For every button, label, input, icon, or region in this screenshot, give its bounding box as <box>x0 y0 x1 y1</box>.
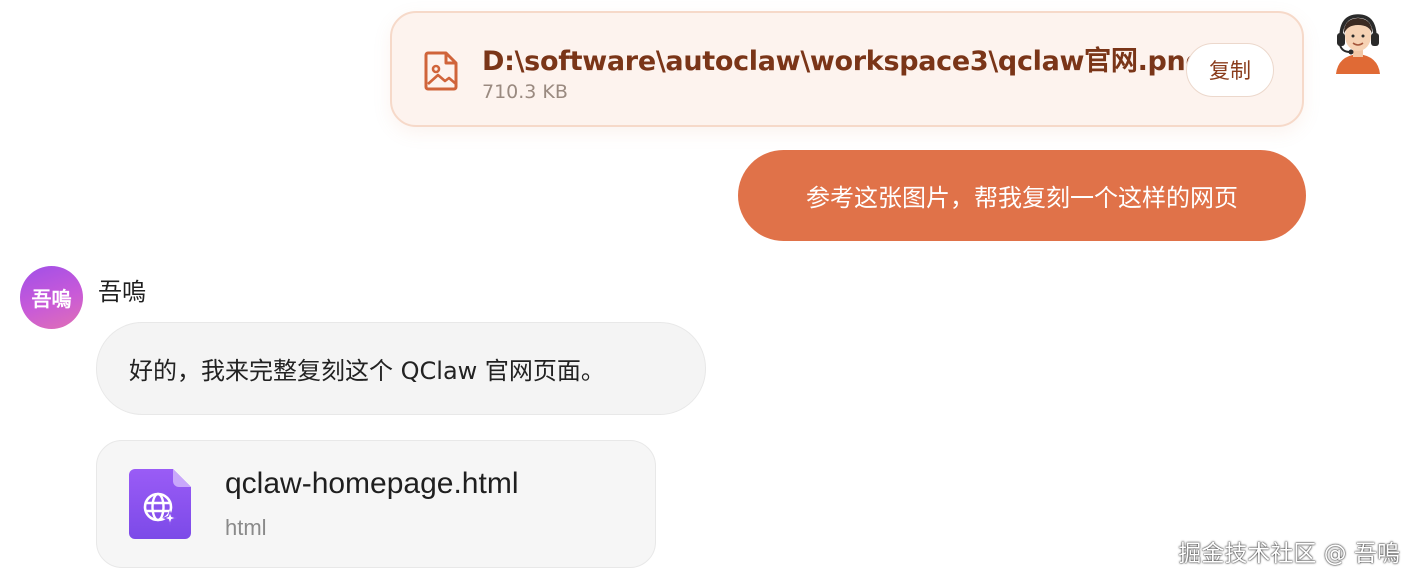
web-file-icon <box>129 469 191 539</box>
user-attachment-card[interactable]: D:\software\autoclaw\workspace3\qclaw官网.… <box>390 11 1304 127</box>
attachment-path: D:\software\autoclaw\workspace3\qclaw官网.… <box>482 46 1205 77</box>
user-message-bubble: 参考这张图片，帮我复刻一个这样的网页 <box>738 150 1306 241</box>
user-avatar <box>1336 14 1380 74</box>
chat-window: D:\software\autoclaw\workspace3\qclaw官网.… <box>0 0 1418 582</box>
html-file-name: qclaw-homepage.html <box>225 467 519 500</box>
copy-button[interactable]: 复制 <box>1186 43 1274 97</box>
html-file-type: html <box>225 515 267 540</box>
html-file-card[interactable]: qclaw-homepage.html html <box>96 440 656 568</box>
attachment-size: 710.3 KB <box>482 81 568 103</box>
image-file-icon <box>424 51 458 91</box>
assistant-avatar: 吾嗚 <box>20 266 83 329</box>
assistant-name: 吾嗚 <box>98 278 146 306</box>
watermark: 掘金技术社区 @ 吾嗚 <box>1178 541 1400 567</box>
assistant-message-bubble: 好的，我来完整复刻这个 QClaw 官网页面。 <box>96 322 706 415</box>
